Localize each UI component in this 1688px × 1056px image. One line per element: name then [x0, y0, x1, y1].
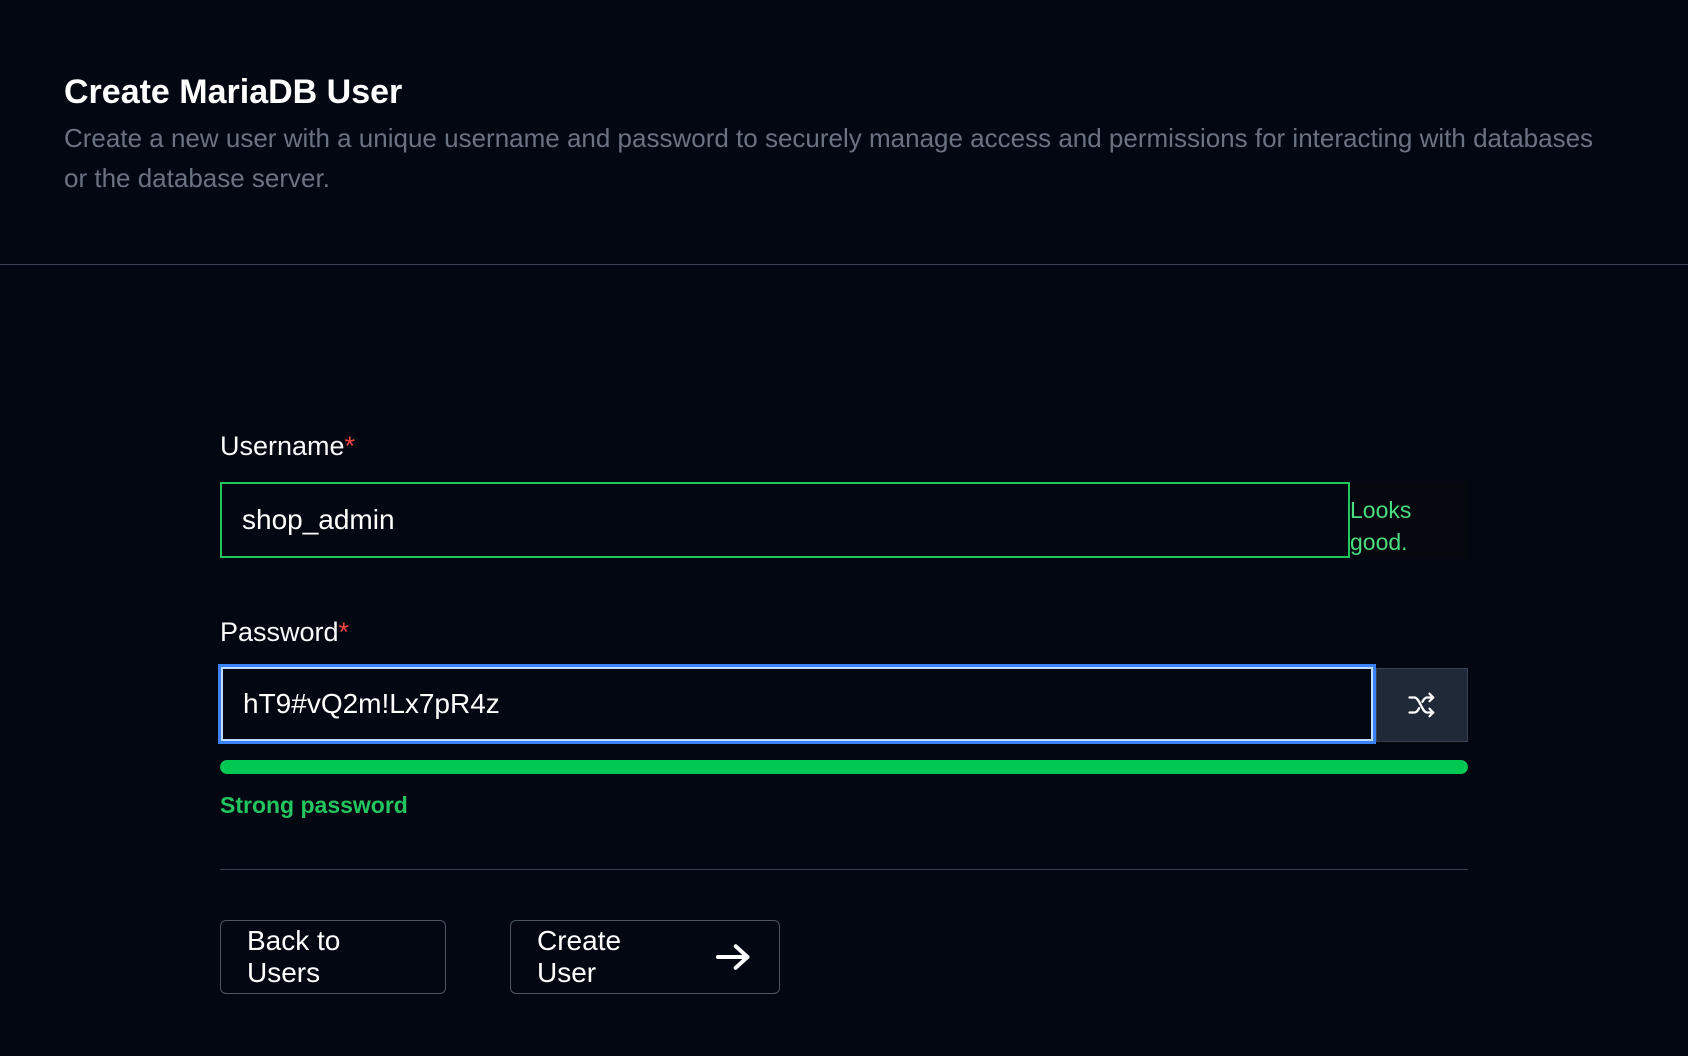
form-divider	[220, 869, 1468, 870]
username-label: Username*	[220, 426, 1468, 466]
password-strength-text: Strong password	[220, 792, 408, 818]
shuffle-icon	[1408, 692, 1435, 718]
form-actions: Back to Users Create User	[220, 920, 1468, 994]
create-user-button[interactable]: Create User	[510, 920, 780, 994]
create-user-form: Username* Looks good. Password* Strong p…	[218, 426, 1468, 994]
username-valid-feedback: Looks good.	[1350, 482, 1468, 558]
create-button-label: Create User	[537, 925, 622, 988]
arrow-right-icon	[715, 944, 750, 970]
username-label-text: Username	[220, 431, 345, 461]
back-button-label: Back to Users	[247, 925, 341, 988]
password-input[interactable]	[218, 664, 1376, 744]
username-row: Looks good.	[220, 482, 1468, 558]
username-input[interactable]	[220, 482, 1350, 558]
generate-password-button[interactable]	[1376, 668, 1468, 742]
password-row	[218, 664, 1468, 744]
required-marker: *	[344, 431, 356, 461]
header-divider	[0, 264, 1688, 265]
page-subtitle: Create a new user with a unique username…	[64, 123, 1594, 193]
password-strength-fill	[220, 760, 1468, 774]
back-to-users-button[interactable]: Back to Users	[220, 920, 446, 994]
password-label-text: Password	[220, 617, 339, 647]
page-header: Create MariaDB User Create a new user wi…	[64, 70, 1624, 198]
required-marker: *	[338, 617, 350, 647]
password-label: Password*	[220, 612, 1468, 652]
password-strength-bar	[220, 760, 1468, 774]
page-title: Create MariaDB User	[64, 73, 403, 111]
